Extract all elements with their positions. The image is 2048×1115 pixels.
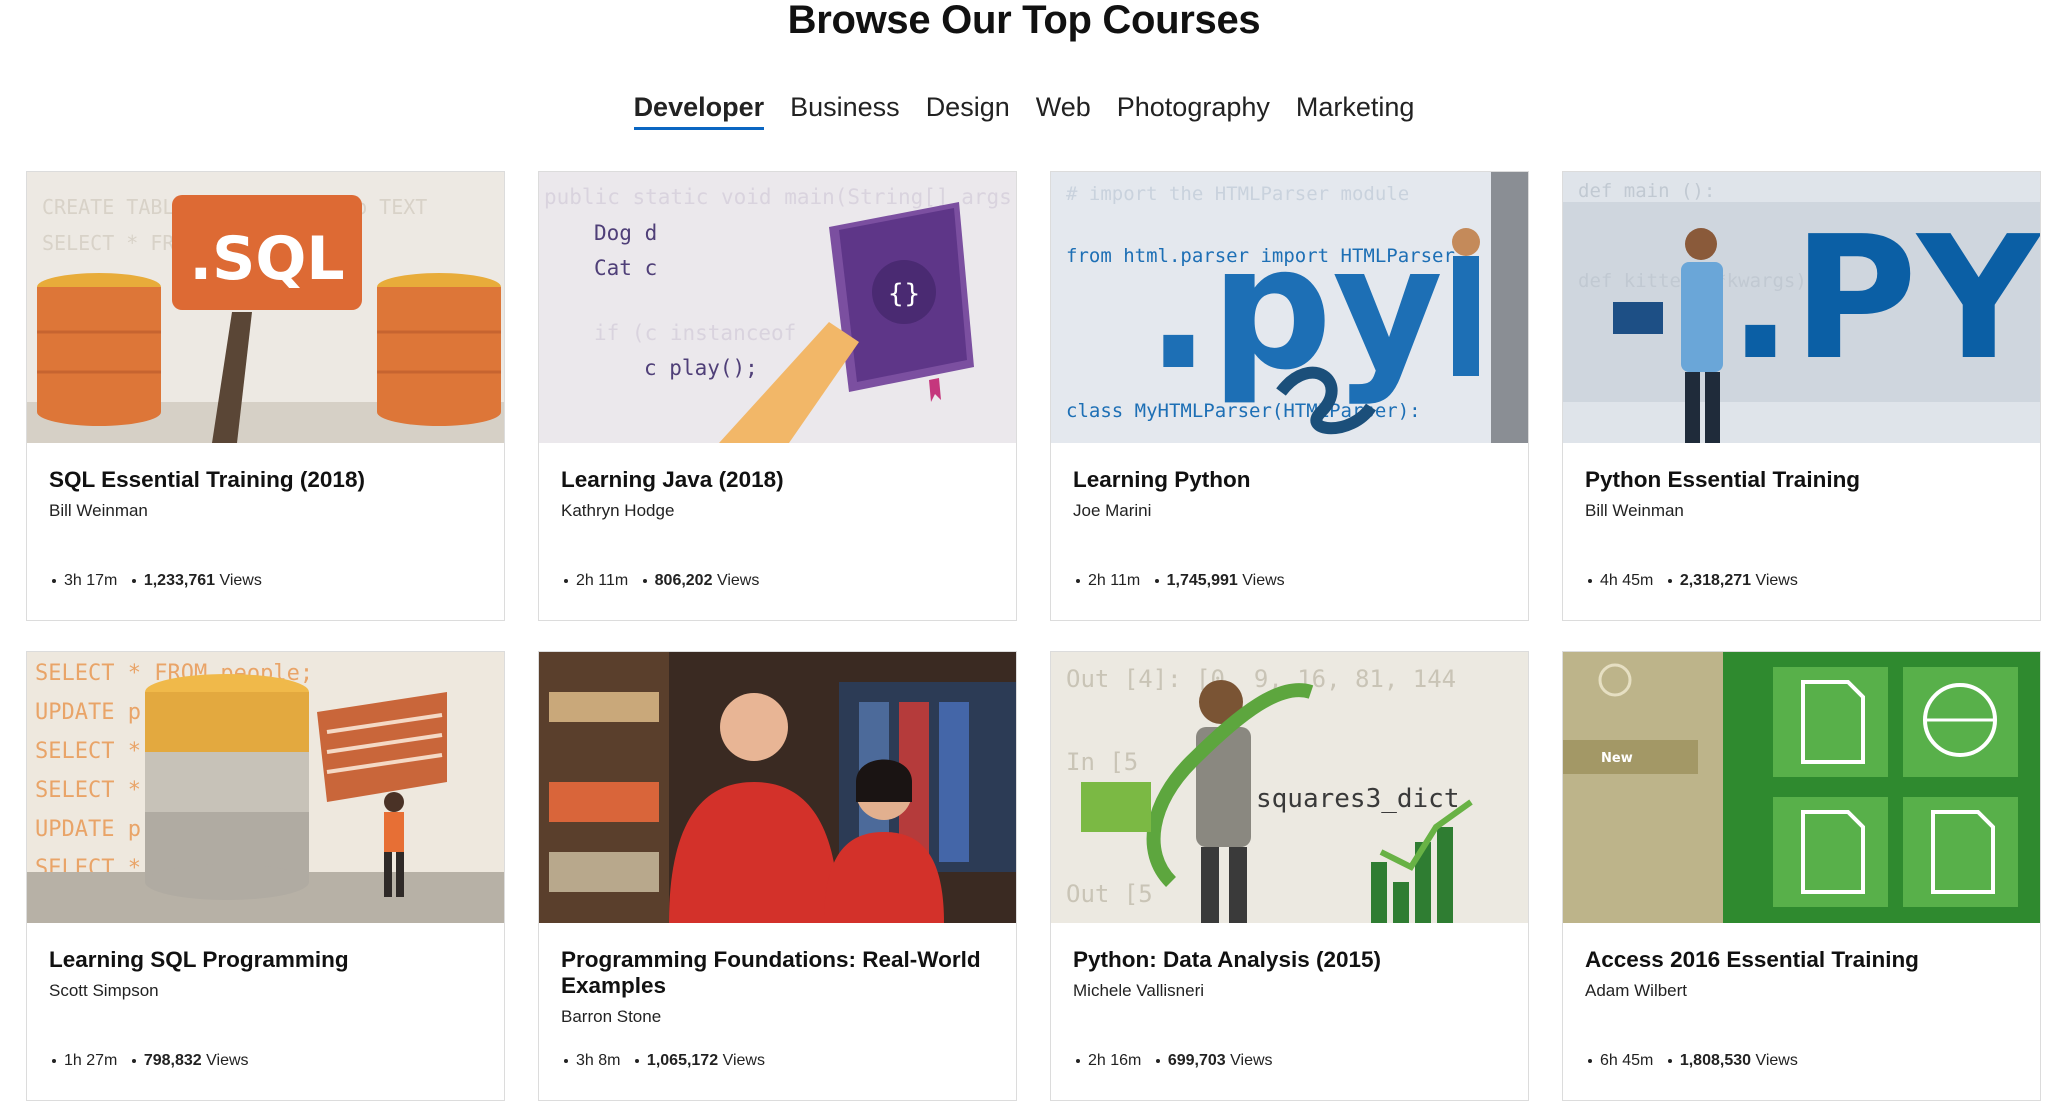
course-author: Scott Simpson [49, 981, 159, 1000]
svg-text:New: New [1601, 751, 1633, 766]
course-duration: 2h 11m [1088, 572, 1141, 589]
svg-text:{}: {} [887, 279, 920, 309]
course-card[interactable]: Out [4]: [0, 9, 16, 81, 144 In [5 square… [1050, 651, 1529, 1101]
views-label: Views [1755, 572, 1798, 589]
course-grid: CREATE TABLE t ( INTEGER, b TEXT SELECT … [26, 171, 2041, 1101]
tab-developer[interactable]: Developer [633, 90, 765, 130]
course-duration: 2h 11m [576, 572, 629, 589]
views-label: Views [1242, 572, 1285, 589]
course-thumbnail [539, 652, 1016, 923]
tab-photography[interactable]: Photography [1117, 90, 1270, 130]
course-author: Bill Weinman [1585, 501, 1684, 520]
python-snake-icon: # import the HTMLParser module from html… [1051, 172, 1528, 443]
tab-design[interactable]: Design [926, 90, 1010, 130]
course-author: Michele Vallisneri [1073, 981, 1205, 1000]
svg-text:Out [5: Out [5 [1066, 880, 1153, 908]
course-author: Joe Marini [1073, 501, 1152, 520]
course-thumbnail: New [1563, 652, 2040, 923]
database-stack-icon: SELECT * FROM people; UPDATE p SELECT * … [27, 652, 504, 923]
views-label: Views [219, 572, 262, 589]
course-title[interactable]: Learning Java (2018) [561, 467, 994, 493]
course-meta: 3h 8m 1,065,172 Views [561, 1052, 765, 1070]
course-card[interactable]: # import the HTMLParser module from html… [1050, 171, 1529, 621]
course-views: 699,703 [1167, 1052, 1226, 1069]
views-label: Views [716, 572, 760, 589]
python-person-icon: def main (): def kitten(**kwargs): .PY [1563, 172, 2041, 443]
course-thumbnail: public static void main(String[] args Do… [539, 172, 1016, 443]
course-thumbnail: Out [4]: [0, 9, 16, 81, 144 In [5 square… [1051, 652, 1528, 923]
course-title[interactable]: Learning Python [1073, 467, 1506, 493]
course-thumbnail: # import the HTMLParser module from html… [1051, 172, 1528, 443]
course-card[interactable]: Programming Foundations: Real-World Exam… [538, 651, 1017, 1101]
course-title[interactable]: Programming Foundations: Real-World Exam… [561, 947, 994, 999]
course-title[interactable]: Access 2016 Essential Training [1585, 947, 2018, 973]
instructors-photo [539, 652, 1016, 923]
svg-text:SELECT *: SELECT * [35, 778, 141, 803]
course-duration: 6h 45m [1600, 1052, 1654, 1069]
svg-text:SELECT *: SELECT * [35, 739, 141, 764]
course-meta: 6h 45m 1,808,530 Views [1585, 1052, 1798, 1070]
course-card[interactable]: def main (): def kitten(**kwargs): .PY P… [1562, 171, 2041, 621]
views-label: Views [1755, 1052, 1798, 1069]
course-views: 1,808,530 [1679, 1052, 1752, 1069]
svg-text:Dog d: Dog d [594, 221, 657, 245]
views-label: Views [206, 1052, 249, 1069]
svg-text:In [5: In [5 [1066, 748, 1138, 776]
course-duration: 4h 45m [1600, 572, 1654, 589]
course-card[interactable]: CREATE TABLE t ( INTEGER, b TEXT SELECT … [26, 171, 505, 621]
category-tabs: Developer Business Design Web Photograph… [0, 90, 2048, 130]
course-meta: 2h 16m 699,703 Views [1073, 1052, 1273, 1070]
course-views: 798,832 [143, 1052, 202, 1069]
course-meta: 4h 45m 2,318,271 Views [1585, 572, 1798, 590]
course-views: 806,202 [654, 572, 713, 589]
svg-text:.PY: .PY [1728, 200, 2041, 398]
svg-text:squares3_dict: squares3_dict [1256, 784, 1460, 814]
course-title[interactable]: SQL Essential Training (2018) [49, 467, 482, 493]
course-title[interactable]: Learning SQL Programming [49, 947, 482, 973]
course-title[interactable]: Python: Data Analysis (2015) [1073, 947, 1506, 973]
views-label: Views [722, 1052, 765, 1069]
course-duration: 3h 8m [576, 1052, 621, 1069]
course-card[interactable]: New Access 2016 Essential Training Adam … [1562, 651, 2041, 1101]
sql-database-icon: CREATE TABLE t ( INTEGER, b TEXT SELECT … [27, 172, 504, 443]
svg-text:.SQL: .SQL [189, 224, 344, 294]
course-duration: 2h 16m [1088, 1052, 1142, 1069]
java-book-icon: public static void main(String[] args Do… [539, 172, 1016, 443]
course-duration: 3h 17m [64, 572, 118, 589]
course-author: Bill Weinman [49, 501, 148, 520]
course-card[interactable]: SELECT * FROM people; UPDATE p SELECT * … [26, 651, 505, 1101]
svg-text:def main ():: def main (): [1578, 180, 1715, 202]
course-meta: 3h 17m 1,233,761 Views [49, 572, 262, 590]
course-thumbnail: CREATE TABLE t ( INTEGER, b TEXT SELECT … [27, 172, 504, 443]
tab-web[interactable]: Web [1036, 90, 1091, 130]
course-views: 1,065,172 [646, 1052, 719, 1069]
course-title[interactable]: Python Essential Training [1585, 467, 2018, 493]
svg-text:Out [4]: [0, 9, 16, 81, 144: Out [4]: [0, 9, 16, 81, 144 [1066, 665, 1456, 693]
course-thumbnail: def main (): def kitten(**kwargs): .PY [1563, 172, 2040, 443]
course-views: 2,318,271 [1679, 572, 1752, 589]
svg-text:if (c instanceof: if (c instanceof [594, 321, 796, 345]
course-author: Kathryn Hodge [561, 501, 675, 520]
access-templates-icon: New [1563, 652, 2040, 923]
course-author: Adam Wilbert [1585, 981, 1688, 1000]
course-thumbnail: SELECT * FROM people; UPDATE p SELECT * … [27, 652, 504, 923]
course-card[interactable]: public static void main(String[] args Do… [538, 171, 1017, 621]
svg-text:c play();: c play(); [644, 356, 758, 380]
page-title: Browse Our Top Courses [787, 0, 1261, 42]
views-label: Views [1230, 1052, 1273, 1069]
course-meta: 2h 11m 806,202 Views [561, 572, 759, 590]
svg-text:UPDATE p: UPDATE p [35, 700, 141, 725]
svg-text:Cat c: Cat c [594, 256, 657, 280]
course-meta: 2h 11m 1,745,991 Views [1073, 572, 1285, 590]
tab-business[interactable]: Business [790, 90, 900, 130]
course-meta: 1h 27m 798,832 Views [49, 1052, 249, 1070]
course-views: 1,745,991 [1166, 572, 1238, 589]
data-analysis-icon: Out [4]: [0, 9, 16, 81, 144 In [5 square… [1051, 652, 1528, 923]
tab-marketing[interactable]: Marketing [1296, 90, 1415, 130]
svg-text:UPDATE p: UPDATE p [35, 817, 141, 842]
course-author: Barron Stone [561, 1007, 662, 1026]
course-duration: 1h 27m [64, 1052, 118, 1069]
course-views: 1,233,761 [143, 572, 216, 589]
svg-text:# import the HTMLParser module: # import the HTMLParser module [1066, 183, 1409, 205]
